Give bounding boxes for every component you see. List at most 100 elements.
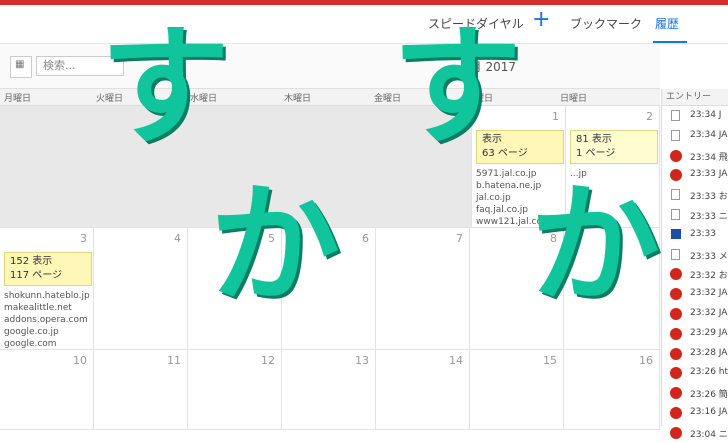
site-item[interactable]: shokunn.hateblo.jp <box>4 290 90 302</box>
entry-text: 23:33 お <box>690 192 728 203</box>
history-entry[interactable]: 23:33 JA <box>662 165 728 185</box>
history-entry[interactable]: 23:28 JA <box>662 344 728 364</box>
site-item[interactable]: makealittle.net <box>4 302 90 314</box>
day-cell[interactable]: 4 <box>94 228 188 350</box>
jal-favicon-icon <box>670 288 682 301</box>
entry-text: 23:34 JA <box>690 129 728 140</box>
entry-text: 23:32 JA <box>690 288 728 299</box>
entry-text: 23:32 JA <box>690 307 728 318</box>
entry-list: 23:34 J 23:34 JA 23:34 飛 23:33 JA 23:33 お 23:… <box>662 106 728 443</box>
day-cell[interactable]: 7 <box>376 228 470 350</box>
page-icon <box>671 110 680 121</box>
jal-favicon-icon <box>670 406 682 419</box>
overlay-char: す <box>100 11 231 163</box>
day-cell[interactable]: 12 <box>188 350 282 430</box>
entry-text: 23:28 JA <box>690 347 728 358</box>
overlay-char: す <box>392 11 523 163</box>
day-number: 13 <box>355 354 369 367</box>
entry-text: 23:04 ニ <box>690 429 728 440</box>
entry-text: 23:33 メ <box>690 251 728 262</box>
page-icon <box>671 129 680 141</box>
site-item[interactable]: addons.opera.com <box>4 314 90 326</box>
grid-icon: ▦ <box>15 59 25 70</box>
page-icon <box>671 248 680 260</box>
bookmarks-link[interactable]: ブックマーク <box>570 15 642 32</box>
history-tab[interactable]: 履歴 <box>655 15 679 32</box>
history-entry[interactable]: 23:33 <box>662 225 728 245</box>
history-entry[interactable]: 23:29 JA <box>662 324 728 344</box>
pages-count: 1 ページ <box>576 148 616 159</box>
history-entry[interactable]: 23:26 簡 <box>662 383 728 403</box>
entries-header: エントリー <box>662 89 728 106</box>
entry-text: 23:29 JA <box>690 327 728 338</box>
day-cell[interactable]: 16 <box>564 350 660 430</box>
day-number: 3 <box>80 232 87 245</box>
entry-text: 23:34 飛 <box>690 152 728 163</box>
site-list: shokunn.hateblo.jp makealittle.net addon… <box>4 290 90 350</box>
entry-text: 23:34 J <box>690 110 722 120</box>
entry-text: 23:33 <box>690 228 716 239</box>
jal-favicon-icon <box>670 327 682 340</box>
jal-favicon-icon <box>670 367 682 380</box>
day-number: 4 <box>174 232 181 245</box>
page-icon <box>671 189 680 201</box>
day-number: 11 <box>167 354 181 367</box>
history-entry[interactable]: 23:34 JA <box>662 126 728 146</box>
history-entry[interactable]: 23:34 J <box>662 106 728 126</box>
day-number: 10 <box>73 354 87 367</box>
day-number: 15 <box>543 354 557 367</box>
day-stats-badge: 81 表示 1 ページ <box>570 130 658 164</box>
day-cell[interactable]: 15 <box>470 350 564 430</box>
day-number: 16 <box>639 354 653 367</box>
weekday-sun: 日曜日 <box>560 94 588 104</box>
day-number: 14 <box>449 354 463 367</box>
overlay-char: か <box>210 169 341 321</box>
entry-text: 23:26 ht <box>690 367 728 378</box>
history-entry[interactable]: 23:32 お <box>662 264 728 284</box>
day-cell[interactable]: 10 <box>0 350 94 430</box>
views-count: 81 表示 <box>576 134 612 145</box>
day-cell[interactable]: 3 152 表示 117 ページ shokunn.hateblo.jp make… <box>0 228 94 350</box>
site-favicon-icon <box>671 228 681 239</box>
day-number: 12 <box>261 354 275 367</box>
jal-favicon-icon <box>670 169 682 182</box>
history-entry[interactable]: 23:16 JA <box>662 403 728 423</box>
jal-favicon-icon <box>670 149 682 162</box>
calendar-view-button[interactable]: ▦ <box>10 56 32 78</box>
site-item[interactable]: google.com <box>4 338 90 350</box>
day-cell[interactable]: 14 <box>376 350 470 430</box>
day-cell[interactable]: 13 <box>282 350 376 430</box>
history-entry[interactable]: 23:33 ニ <box>662 205 728 225</box>
jal-favicon-icon <box>670 347 682 360</box>
jal-favicon-icon <box>670 268 682 281</box>
add-speed-dial-icon[interactable]: + <box>532 9 550 31</box>
views-count: 152 表示 <box>10 256 53 267</box>
day-stats-badge: 152 表示 117 ページ <box>4 252 92 286</box>
page-icon <box>671 208 680 220</box>
entry-text: 23:32 お <box>690 271 728 282</box>
history-entry[interactable]: 23:26 ht <box>662 363 728 383</box>
day-number: 2 <box>646 110 653 123</box>
weekday-header: 月曜日 火曜日 水曜日 木曜日 金曜日 土曜日 日曜日 <box>0 89 660 106</box>
history-entry[interactable]: 23:32 JA <box>662 304 728 324</box>
history-entry[interactable]: 23:33 メ <box>662 245 728 265</box>
weekday-thu: 木曜日 <box>284 94 312 104</box>
active-tab-underline <box>653 41 687 43</box>
pages-count: 117 ページ <box>10 270 63 281</box>
history-entry[interactable]: 23:32 JA <box>662 284 728 304</box>
day-cell[interactable]: 11 <box>94 350 188 430</box>
overlay-char: か <box>530 169 661 321</box>
day-number: 7 <box>456 232 463 245</box>
entry-text: 23:16 JA <box>690 406 728 417</box>
history-entry[interactable]: 23:33 お <box>662 185 728 205</box>
day-number: 6 <box>362 232 369 245</box>
weekday-mon: 月曜日 <box>4 94 32 104</box>
day-number: 1 <box>552 110 559 123</box>
jal-favicon-icon <box>670 307 682 320</box>
jal-favicon-icon <box>670 387 682 400</box>
history-entry[interactable]: 23:34 飛 <box>662 146 728 166</box>
entry-text: 23:33 JA <box>690 169 728 180</box>
site-item[interactable]: google.co.jp <box>4 326 90 338</box>
entry-text: 23:33 ニ <box>690 211 728 222</box>
history-toolbar: ▦ 検索... 4月 2017 <box>0 44 660 89</box>
